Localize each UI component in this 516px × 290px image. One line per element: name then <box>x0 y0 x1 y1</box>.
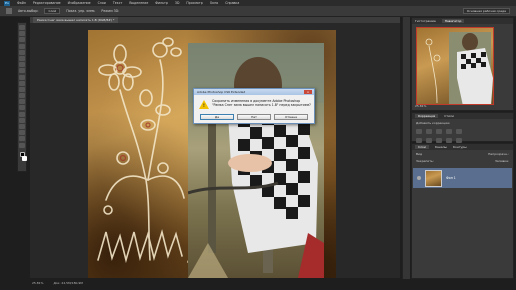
lock-label: Закрепить: <box>416 159 434 163</box>
yes-button[interactable]: Да <box>200 114 234 120</box>
move-tool[interactable] <box>19 25 25 30</box>
healing-tool[interactable] <box>19 62 25 68</box>
move-tool-icon[interactable] <box>6 8 12 14</box>
path-select-tool[interactable] <box>19 124 25 129</box>
brightness-icon[interactable] <box>416 129 422 134</box>
layers-lock-row: Закрепить: Заливка: <box>412 158 513 164</box>
tab-channels[interactable]: Каналы <box>435 145 447 149</box>
vibrance-icon[interactable] <box>456 129 462 134</box>
menu-type[interactable]: Текст <box>113 1 122 5</box>
brush-tool[interactable] <box>19 68 25 74</box>
navigator-tabs: Гистограмма Навигатор <box>412 18 513 24</box>
menu-select[interactable]: Выделение <box>129 1 148 5</box>
auto-select-dropdown[interactable]: Слой <box>44 8 61 14</box>
tools-panel <box>17 22 27 172</box>
layers-filter-row: Вид Непрозрачн.: <box>412 150 513 158</box>
dialog-title-bar[interactable]: Adobe Photoshop CS6 Extended <box>194 89 314 95</box>
navigator-thumbnail[interactable] <box>416 27 494 105</box>
marquee-tool[interactable] <box>19 31 25 37</box>
collapsed-panel-dock[interactable] <box>402 17 410 279</box>
girl-photo <box>188 43 324 278</box>
tab-histogram[interactable]: Гистограмма <box>415 19 436 23</box>
blur-tool[interactable] <box>19 99 25 105</box>
menu-view[interactable]: Просмотр <box>186 1 202 5</box>
dialog-message: Сохранить изменения в документе Adobe Ph… <box>212 99 311 108</box>
dialog-title: Adobe Photoshop CS6 Extended <box>197 90 246 94</box>
tab-styles[interactable]: Стили <box>444 114 454 118</box>
menu-3d[interactable]: 3D <box>175 1 179 5</box>
no-button[interactable]: Нет <box>237 114 271 120</box>
navigator-preview <box>425 32 493 104</box>
zoom-level[interactable]: 25.81% <box>32 281 43 285</box>
adjustments-panel: Коррекция Стили Добавить коррекцию <box>411 112 514 143</box>
eraser-tool[interactable] <box>19 86 25 92</box>
layer-thumbnail <box>425 169 442 187</box>
layer-kind-filter[interactable]: Вид <box>416 152 422 156</box>
dialog-buttons: Да Нет Отмена <box>197 114 311 120</box>
opacity-label: Непрозрачн.: <box>488 152 509 156</box>
hand-tool[interactable] <box>19 136 25 142</box>
curves-icon[interactable] <box>436 129 442 134</box>
levels-icon[interactable] <box>426 129 432 134</box>
lasso-tool[interactable] <box>19 37 25 43</box>
layers-panel: Слои Каналы Контуры Вид Непрозрачн.: Зак… <box>411 143 514 279</box>
photo-layer[interactable] <box>188 43 324 278</box>
status-bar: 25.81% Док: 22,5M/180,9M <box>30 280 400 286</box>
navigator-panel: Гистограмма Навигатор 25.81% <box>411 17 514 111</box>
layer-row[interactable]: Фон 1 <box>413 168 512 188</box>
menu-layers[interactable]: Слои <box>98 1 106 5</box>
save-changes-dialog: Adobe Photoshop CS6 Extended x ! Сохрани… <box>193 88 315 124</box>
crop-tool[interactable] <box>19 49 25 55</box>
photoshop-logo: Ps <box>4 0 10 6</box>
background-color-swatch[interactable] <box>21 155 27 161</box>
cancel-button[interactable]: Отмена <box>274 114 308 120</box>
menu-edit[interactable]: Редактирование <box>33 1 61 5</box>
history-brush-tool[interactable] <box>19 80 25 86</box>
type-tool[interactable] <box>19 117 25 123</box>
adjustment-icons-row-1 <box>412 127 513 136</box>
show-transform-controls[interactable]: Показ. упр. элем. <box>66 9 95 13</box>
canvas-image-frame[interactable] <box>88 30 336 278</box>
menu-window[interactable]: Окно <box>210 1 218 5</box>
menu-filter[interactable]: Фильтр <box>155 1 168 5</box>
tab-layers[interactable]: Слои <box>415 145 429 149</box>
tab-paths[interactable]: Контуры <box>453 145 467 149</box>
layer-name[interactable]: Фон 1 <box>446 176 456 180</box>
shape-tool[interactable] <box>19 130 25 136</box>
add-adjustment-label: Добавить коррекцию <box>416 121 450 125</box>
menu-help[interactable]: Справка <box>225 1 239 5</box>
mode-3d-label: Режим 3D: <box>101 9 120 13</box>
workspace-dropdown[interactable]: Основная рабочая среда <box>462 8 510 14</box>
tab-adjustments[interactable]: Коррекция <box>415 114 439 118</box>
tab-navigator[interactable]: Навигатор <box>441 19 465 23</box>
auto-select-label[interactable]: Авто-выбор: <box>18 9 38 13</box>
dialog-close-button[interactable]: x <box>304 90 312 94</box>
fill-label: Заливка: <box>494 159 509 163</box>
document-size[interactable]: Док: 22,5M/180,9M <box>53 281 82 285</box>
warning-mark-icon: ! <box>203 103 205 108</box>
navigator-zoom[interactable]: 25.81% <box>415 104 426 108</box>
menu-image[interactable]: Изображение <box>68 1 91 5</box>
menu-file[interactable]: Файл <box>17 1 26 5</box>
dodge-tool[interactable] <box>19 105 25 111</box>
quick-select-tool[interactable] <box>19 43 25 49</box>
eye-icon[interactable] <box>417 176 421 180</box>
gradient-tool[interactable] <box>19 93 25 99</box>
eyedropper-tool[interactable] <box>19 55 25 61</box>
zoom-tool[interactable] <box>19 142 25 148</box>
options-bar: Авто-выбор: Слой Показ. упр. элем. Режим… <box>0 6 516 17</box>
pen-tool[interactable] <box>19 111 25 117</box>
clone-stamp-tool[interactable] <box>19 74 25 80</box>
exposure-icon[interactable] <box>446 129 452 134</box>
